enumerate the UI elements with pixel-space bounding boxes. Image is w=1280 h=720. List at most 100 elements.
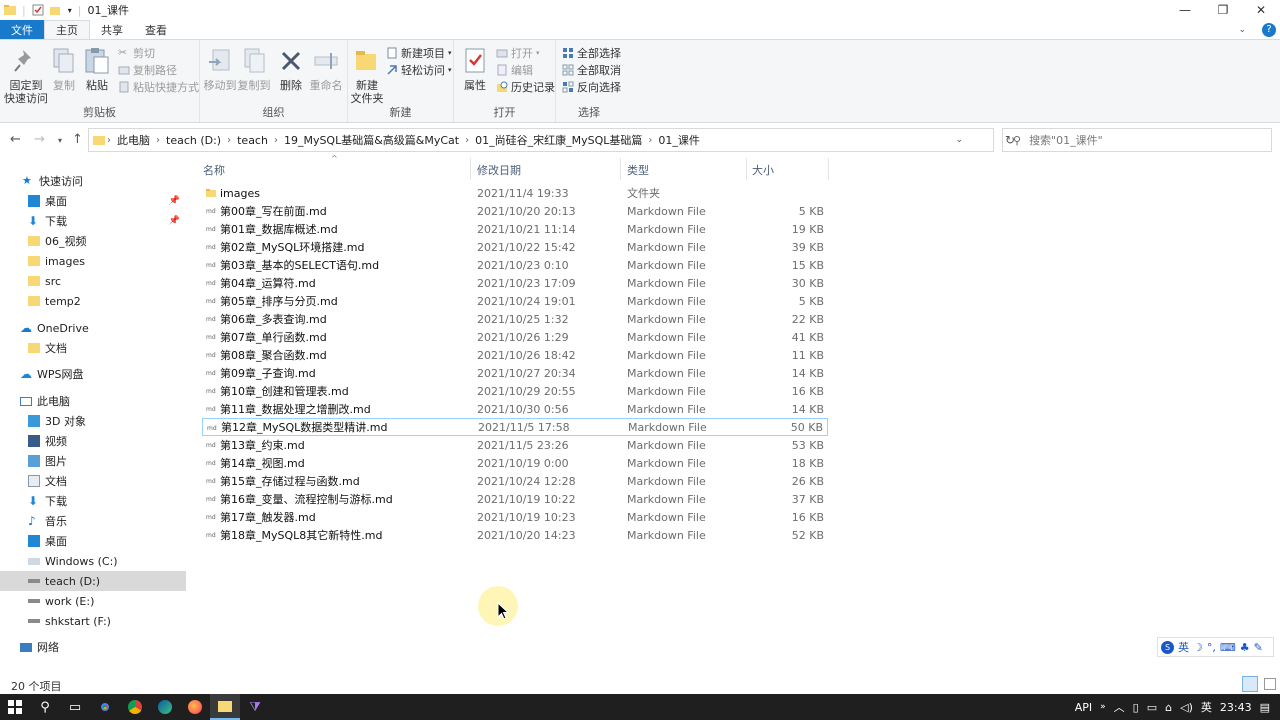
- nav-folder-src[interactable]: src: [0, 271, 186, 291]
- delete-button[interactable]: 删除: [276, 46, 306, 92]
- tray-chevron-icon[interactable]: ︿: [1114, 699, 1125, 715]
- breadcrumb-teach[interactable]: teach: [233, 134, 272, 147]
- column-divider[interactable]: [470, 158, 471, 180]
- file-row[interactable]: md 第04章_运算符.md 2021/10/23 17:09 Markdown Fi…: [202, 274, 828, 292]
- nav-pc-downloads[interactable]: ⬇ 下载: [0, 491, 186, 511]
- nav-this-pc[interactable]: 此电脑: [0, 391, 186, 411]
- paste-button[interactable]: 粘贴: [82, 46, 112, 92]
- file-row[interactable]: md 第14章_视图.md 2021/10/19 0:00 Markdown File…: [202, 454, 828, 472]
- file-row[interactable]: md 第11章_数据处理之增删改.md 2021/10/30 0:56 Markdow…: [202, 400, 828, 418]
- tray-volume-icon[interactable]: ◁): [1180, 701, 1193, 714]
- file-row[interactable]: md 第10章_创建和管理表.md 2021/10/29 20:55 Markdown…: [202, 382, 828, 400]
- breadcrumb-separator-icon[interactable]: ›: [646, 135, 654, 146]
- tab-share[interactable]: 共享: [90, 20, 134, 39]
- address-bar[interactable]: › 此电脑 › teach (D:) › teach › 19_MySQL基础篇…: [88, 128, 1015, 152]
- details-view-icon[interactable]: [1242, 676, 1258, 692]
- file-row[interactable]: md 第05章_排序与分页.md 2021/10/24 19:01 Markdown …: [202, 292, 828, 310]
- edge-icon[interactable]: [150, 694, 180, 720]
- tray-app-icon[interactable]: ▯: [1133, 701, 1139, 714]
- copy-path-button[interactable]: 复制路径: [118, 62, 177, 78]
- breadcrumb-separator-icon[interactable]: ›: [463, 135, 471, 146]
- edit-button[interactable]: 编辑: [496, 62, 533, 78]
- tab-file[interactable]: 文件: [0, 20, 44, 39]
- file-row[interactable]: md 第12章_MySQL数据类型精讲.md 2021/11/5 17:58 Mark…: [202, 418, 828, 436]
- file-row[interactable]: md 第03章_基本的SELECT语句.md 2021/10/23 0:10 Mark…: [202, 256, 828, 274]
- nav-desktop[interactable]: 桌面 📌: [0, 191, 186, 211]
- tray-network-icon[interactable]: ⌂: [1165, 701, 1172, 714]
- open-button[interactable]: 打开 ▾: [496, 45, 540, 61]
- file-row[interactable]: md 第13章_约束.md 2021/11/5 23:26 Markdown File…: [202, 436, 828, 454]
- minimize-button[interactable]: —: [1166, 0, 1204, 20]
- file-row[interactable]: md 第17章_触发器.md 2021/10/19 10:23 Markdown Fi…: [202, 508, 828, 526]
- breadcrumb-teach-drive[interactable]: teach (D:): [162, 134, 225, 147]
- start-windows-icon[interactable]: [0, 694, 30, 720]
- nav-drive-d[interactable]: teach (D:): [0, 571, 186, 591]
- pin-icon[interactable]: 📌: [169, 196, 180, 206]
- nav-documents[interactable]: 文档: [0, 471, 186, 491]
- nav-folder-images[interactable]: images: [0, 251, 186, 271]
- new-folder-button[interactable]: 新建 文件夹: [350, 46, 384, 105]
- nav-pictures[interactable]: 图片: [0, 451, 186, 471]
- file-row[interactable]: md 第00章_写在前面.md 2021/10/20 20:13 Markdown F…: [202, 202, 828, 220]
- new-item-button[interactable]: 新建项目 ▾: [386, 45, 452, 61]
- breadcrumb-current[interactable]: 01_课件: [654, 132, 704, 148]
- ime-lang[interactable]: 英: [1178, 639, 1189, 655]
- nav-network[interactable]: 网络: [0, 637, 186, 657]
- recent-locations-icon[interactable]: ▾: [58, 136, 62, 145]
- folder-row[interactable]: images 2021/11/4 19:33 文件夹: [202, 184, 828, 202]
- file-row[interactable]: md 第01章_数据库概述.md 2021/10/21 11:14 Markdown …: [202, 220, 828, 238]
- file-explorer-icon[interactable]: [210, 694, 240, 720]
- help-icon[interactable]: ?: [1262, 22, 1276, 37]
- properties-button[interactable]: 属性: [460, 46, 490, 92]
- ime-tools-icon[interactable]: ✎: [1254, 641, 1263, 654]
- nav-drive-c[interactable]: Windows (C:): [0, 551, 186, 571]
- large-icons-view-icon[interactable]: [1264, 678, 1276, 690]
- tab-view[interactable]: 查看: [134, 20, 178, 39]
- properties-qa-icon[interactable]: [32, 4, 44, 16]
- column-header-size[interactable]: 大小: [752, 162, 774, 178]
- pin-icon[interactable]: 📌: [169, 216, 180, 226]
- tray-ime-lang[interactable]: 英: [1201, 699, 1212, 715]
- column-header-type[interactable]: 类型: [627, 162, 649, 178]
- file-row[interactable]: md 第08章_聚合函数.md 2021/10/26 18:42 Markdown F…: [202, 346, 828, 364]
- file-row[interactable]: md 第15章_存储过程与函数.md 2021/10/24 12:28 Markdow…: [202, 472, 828, 490]
- pin-quick-access-button[interactable]: 固定到 快速访问: [4, 46, 48, 105]
- tab-home[interactable]: 主页: [44, 20, 90, 39]
- back-arrow-icon[interactable]: ←: [10, 132, 21, 147]
- nav-music[interactable]: ♪ 音乐: [0, 511, 186, 531]
- ime-logo-icon[interactable]: S: [1161, 640, 1174, 654]
- file-row[interactable]: md 第06章_多表查询.md 2021/10/25 1:32 Markdown Fi…: [202, 310, 828, 328]
- tray-api-label[interactable]: API: [1075, 701, 1092, 714]
- search-icon[interactable]: ⚲: [30, 694, 60, 720]
- invert-selection-button[interactable]: 反向选择: [562, 79, 621, 95]
- column-divider[interactable]: [746, 158, 747, 180]
- nav-drive-e[interactable]: work (E:): [0, 591, 186, 611]
- breadcrumb-basics[interactable]: 01_尚硅谷_宋红康_MySQL基础篇: [471, 132, 646, 148]
- ime-punct-icon[interactable]: °,: [1207, 641, 1216, 654]
- breadcrumb-separator-icon[interactable]: ›: [272, 135, 280, 146]
- breadcrumb-mysql-course[interactable]: 19_MySQL基础篇&高级篇&MyCat: [280, 132, 463, 148]
- ime-toolbar[interactable]: S 英 ☽ °, ⌨ ♣ ✎: [1157, 637, 1274, 657]
- chrome-alt-icon[interactable]: [120, 694, 150, 720]
- close-button[interactable]: ✕: [1242, 0, 1280, 20]
- breadcrumb-separator-icon[interactable]: ›: [154, 135, 162, 146]
- rename-button[interactable]: 重命名: [306, 46, 346, 92]
- nav-videos[interactable]: 视频: [0, 431, 186, 451]
- column-divider[interactable]: [620, 158, 621, 180]
- file-row[interactable]: md 第18章_MySQL8其它新特性.md 2021/10/20 14:23 Mar…: [202, 526, 828, 544]
- forward-arrow-icon[interactable]: →: [34, 132, 45, 147]
- cut-button[interactable]: ✂ 剪切: [118, 45, 155, 61]
- visual-studio-icon[interactable]: ⧩: [240, 694, 270, 720]
- nav-wps[interactable]: ☁ WPS网盘: [0, 364, 186, 384]
- nav-3d-objects[interactable]: 3D 对象: [0, 411, 186, 431]
- column-divider[interactable]: [828, 158, 829, 180]
- notification-icon[interactable]: ▤: [1260, 701, 1270, 714]
- breadcrumb-separator-icon[interactable]: ›: [225, 135, 233, 146]
- ime-skin-icon[interactable]: ♣: [1240, 641, 1250, 654]
- file-row[interactable]: md 第16章_变量、流程控制与游标.md 2021/10/19 10:22 Mark…: [202, 490, 828, 508]
- tray-battery-icon[interactable]: ▭: [1147, 701, 1157, 714]
- nav-quick-access[interactable]: ★ 快速访问: [0, 171, 186, 191]
- paste-shortcut-button[interactable]: 粘贴快捷方式: [118, 79, 199, 95]
- ribbon-expand-icon[interactable]: ⌄: [1238, 25, 1246, 35]
- clock[interactable]: 23:43: [1220, 701, 1252, 714]
